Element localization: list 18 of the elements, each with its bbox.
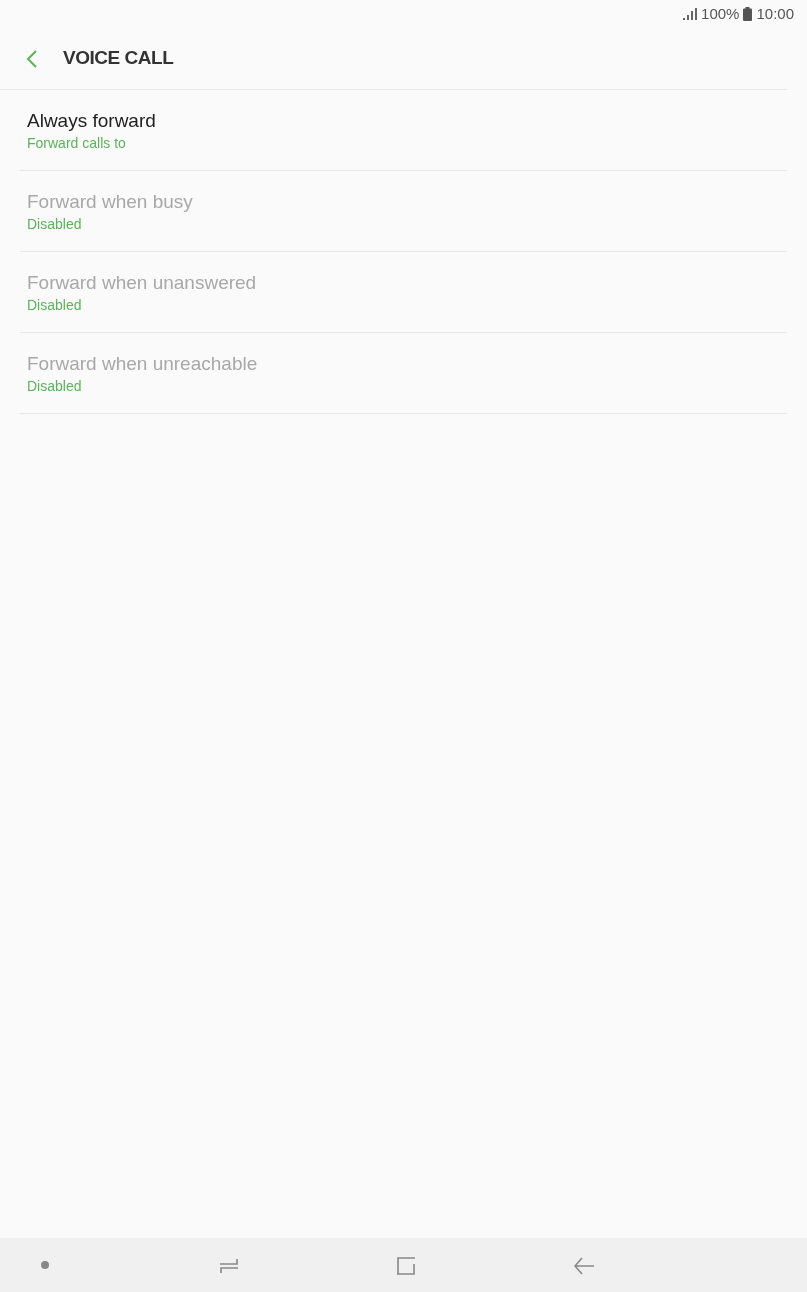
clock-time: 10:00: [756, 3, 794, 24]
battery-percentage: 100%: [701, 3, 740, 24]
item-title: Always forward: [27, 108, 157, 133]
battery-icon: [743, 7, 753, 21]
item-subtitle: Disabled: [27, 295, 83, 315]
back-icon[interactable]: [574, 1256, 594, 1276]
item-title: Forward when busy: [27, 189, 194, 214]
dot-icon[interactable]: [41, 1261, 49, 1269]
settings-item[interactable]: Always forward Forward calls to: [20, 90, 787, 171]
item-subtitle: Disabled: [27, 376, 83, 396]
recent-apps-icon[interactable]: [219, 1256, 239, 1276]
item-subtitle: Disabled: [27, 214, 83, 234]
item-subtitle: Forward calls to: [27, 133, 127, 153]
item-title: Forward when unanswered: [27, 270, 258, 295]
screen-title: VOICE CALL: [63, 46, 174, 71]
signal-icon: [683, 8, 698, 20]
item-title: Forward when unreachable: [27, 351, 259, 376]
home-icon[interactable]: [396, 1256, 416, 1276]
